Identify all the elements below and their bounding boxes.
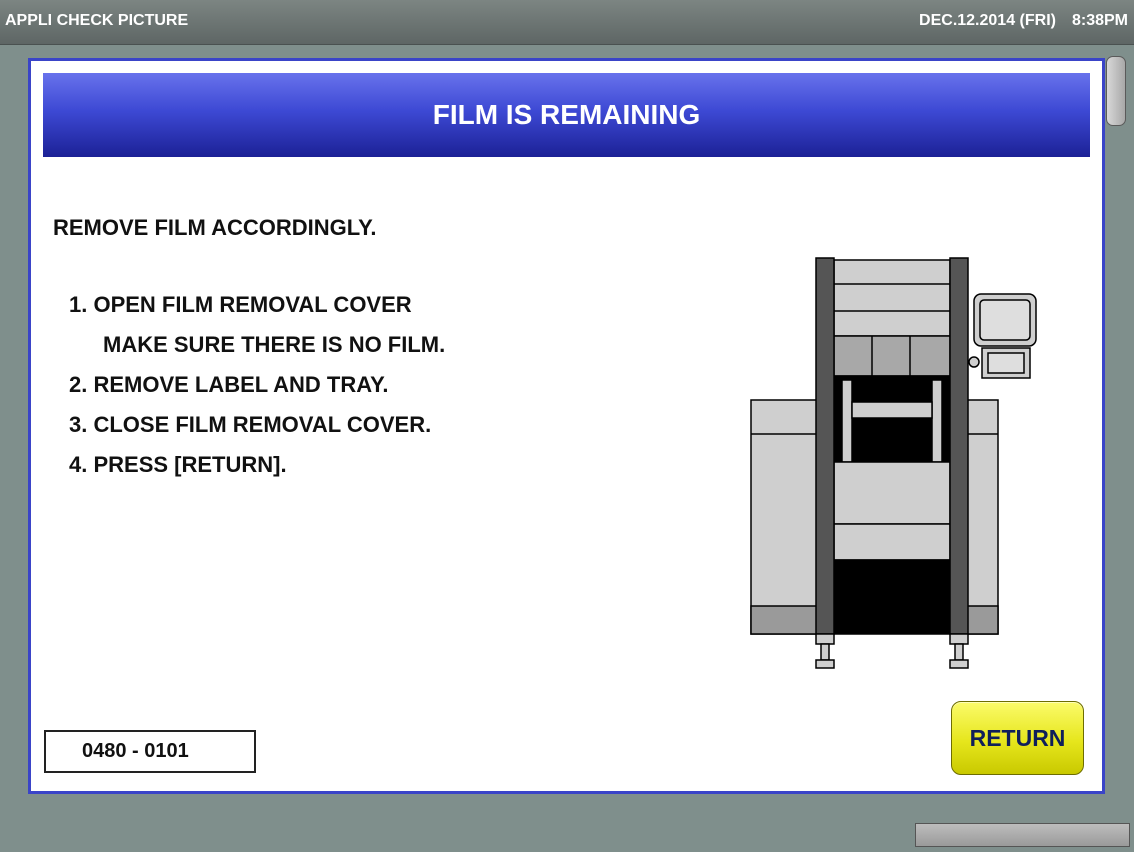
- date-text: DEC.12.2014 (FRI): [919, 12, 1056, 29]
- return-button-label: RETURN: [969, 725, 1066, 751]
- scrollbar-track[interactable]: [1106, 54, 1128, 814]
- step-text: 2. REMOVE LABEL AND TRAY.: [69, 372, 389, 397]
- step-item: 1. OPEN FILM REMOVAL COVER MAKE SURE THE…: [53, 285, 445, 365]
- step-text: 1. OPEN FILM REMOVAL COVER: [69, 292, 412, 317]
- error-code: 0480 - 0101: [82, 740, 189, 762]
- error-code-box: 0480 - 0101: [44, 730, 256, 773]
- step-item: 4. PRESS [RETURN].: [53, 445, 445, 485]
- return-button[interactable]: RETURN: [951, 701, 1084, 775]
- alert-dialog: FILM IS REMAINING REMOVE FILM ACCORDINGL…: [28, 58, 1105, 794]
- datetime: DEC.12.2014 (FRI) 8:38PM: [919, 12, 1128, 30]
- packaging-machine-icon: [750, 257, 1037, 669]
- app-title: APPLI CHECK PICTURE: [5, 12, 189, 29]
- status-indicator: [915, 823, 1130, 847]
- dialog-header: FILM IS REMAINING: [43, 73, 1090, 157]
- time-text: 8:38PM: [1071, 12, 1128, 29]
- title-bar: APPLI CHECK PICTURE DEC.12.2014 (FRI) 8:3…: [0, 0, 1134, 45]
- step-text: 4. PRESS [RETURN].: [69, 452, 287, 477]
- dialog-title: FILM IS REMAINING: [432, 99, 701, 130]
- instruction-intro: REMOVE FILM ACCORDINGLY.: [53, 215, 377, 240]
- step-item: 3. CLOSE FILM REMOVAL COVER.: [53, 405, 445, 445]
- scrollbar-thumb[interactable]: [1106, 56, 1126, 126]
- instructions: REMOVE FILM ACCORDINGLY. 1. OPEN FILM RE…: [53, 215, 445, 485]
- step-continuation: MAKE SURE THERE IS NO FILM.: [103, 332, 446, 357]
- step-item: 2. REMOVE LABEL AND TRAY.: [53, 365, 445, 405]
- step-list: 1. OPEN FILM REMOVAL COVER MAKE SURE THE…: [53, 285, 445, 485]
- step-text: 3. CLOSE FILM REMOVAL COVER.: [69, 412, 432, 437]
